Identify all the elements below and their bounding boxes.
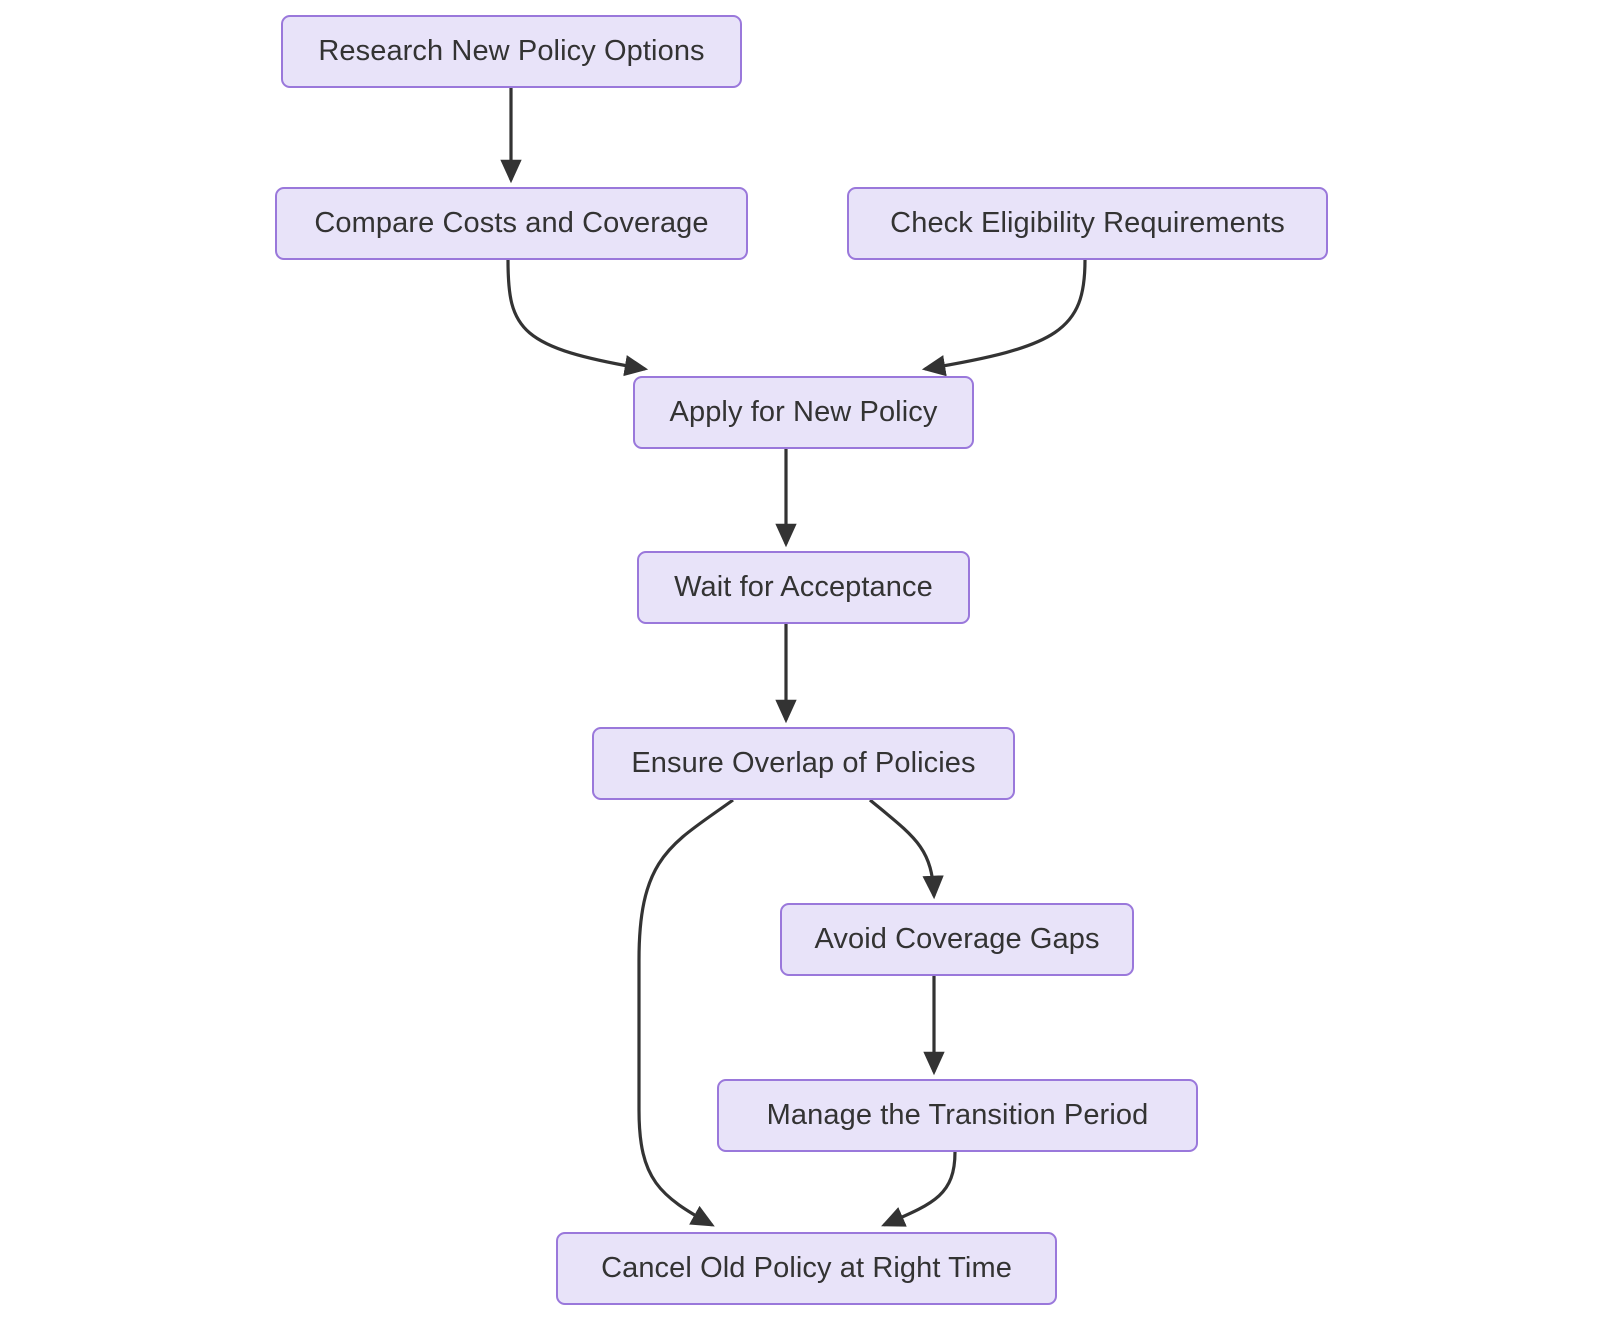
- node-avoid-coverage-gaps[interactable]: Avoid Coverage Gaps: [780, 903, 1134, 976]
- node-research-new-policy-options[interactable]: Research New Policy Options: [281, 15, 742, 88]
- node-label: Compare Costs and Coverage: [314, 207, 709, 239]
- node-ensure-overlap-of-policies[interactable]: Ensure Overlap of Policies: [592, 727, 1015, 800]
- edge-compare-to-apply: [506, 259, 649, 377]
- node-manage-the-transition-period[interactable]: Manage the Transition Period: [717, 1079, 1198, 1152]
- node-compare-costs-and-coverage[interactable]: Compare Costs and Coverage: [275, 187, 748, 260]
- node-cancel-old-policy-at-right-time[interactable]: Cancel Old Policy at Right Time: [556, 1232, 1057, 1305]
- node-apply-for-new-policy[interactable]: Apply for New Policy: [633, 376, 974, 449]
- node-check-eligibility-requirements[interactable]: Check Eligibility Requirements: [847, 187, 1328, 260]
- node-label: Apply for New Policy: [669, 396, 938, 428]
- node-label: Check Eligibility Requirements: [890, 207, 1285, 239]
- node-label: Research New Policy Options: [318, 35, 705, 67]
- edge-transition-to-cancel: [881, 1151, 957, 1227]
- node-label: Manage the Transition Period: [766, 1099, 1149, 1131]
- flowchart-canvas: Research New Policy Options Compare Cost…: [0, 0, 1600, 1324]
- edge-overlap-to-gaps: [868, 798, 944, 900]
- node-label: Avoid Coverage Gaps: [814, 923, 1100, 955]
- node-label: Wait for Acceptance: [674, 571, 933, 603]
- node-label: Ensure Overlap of Policies: [631, 747, 976, 779]
- edge-eligibility-to-apply: [921, 259, 1087, 377]
- node-label: Cancel Old Policy at Right Time: [601, 1252, 1012, 1284]
- node-wait-for-acceptance[interactable]: Wait for Acceptance: [637, 551, 970, 624]
- edge-overlap-to-cancel: [637, 798, 734, 1227]
